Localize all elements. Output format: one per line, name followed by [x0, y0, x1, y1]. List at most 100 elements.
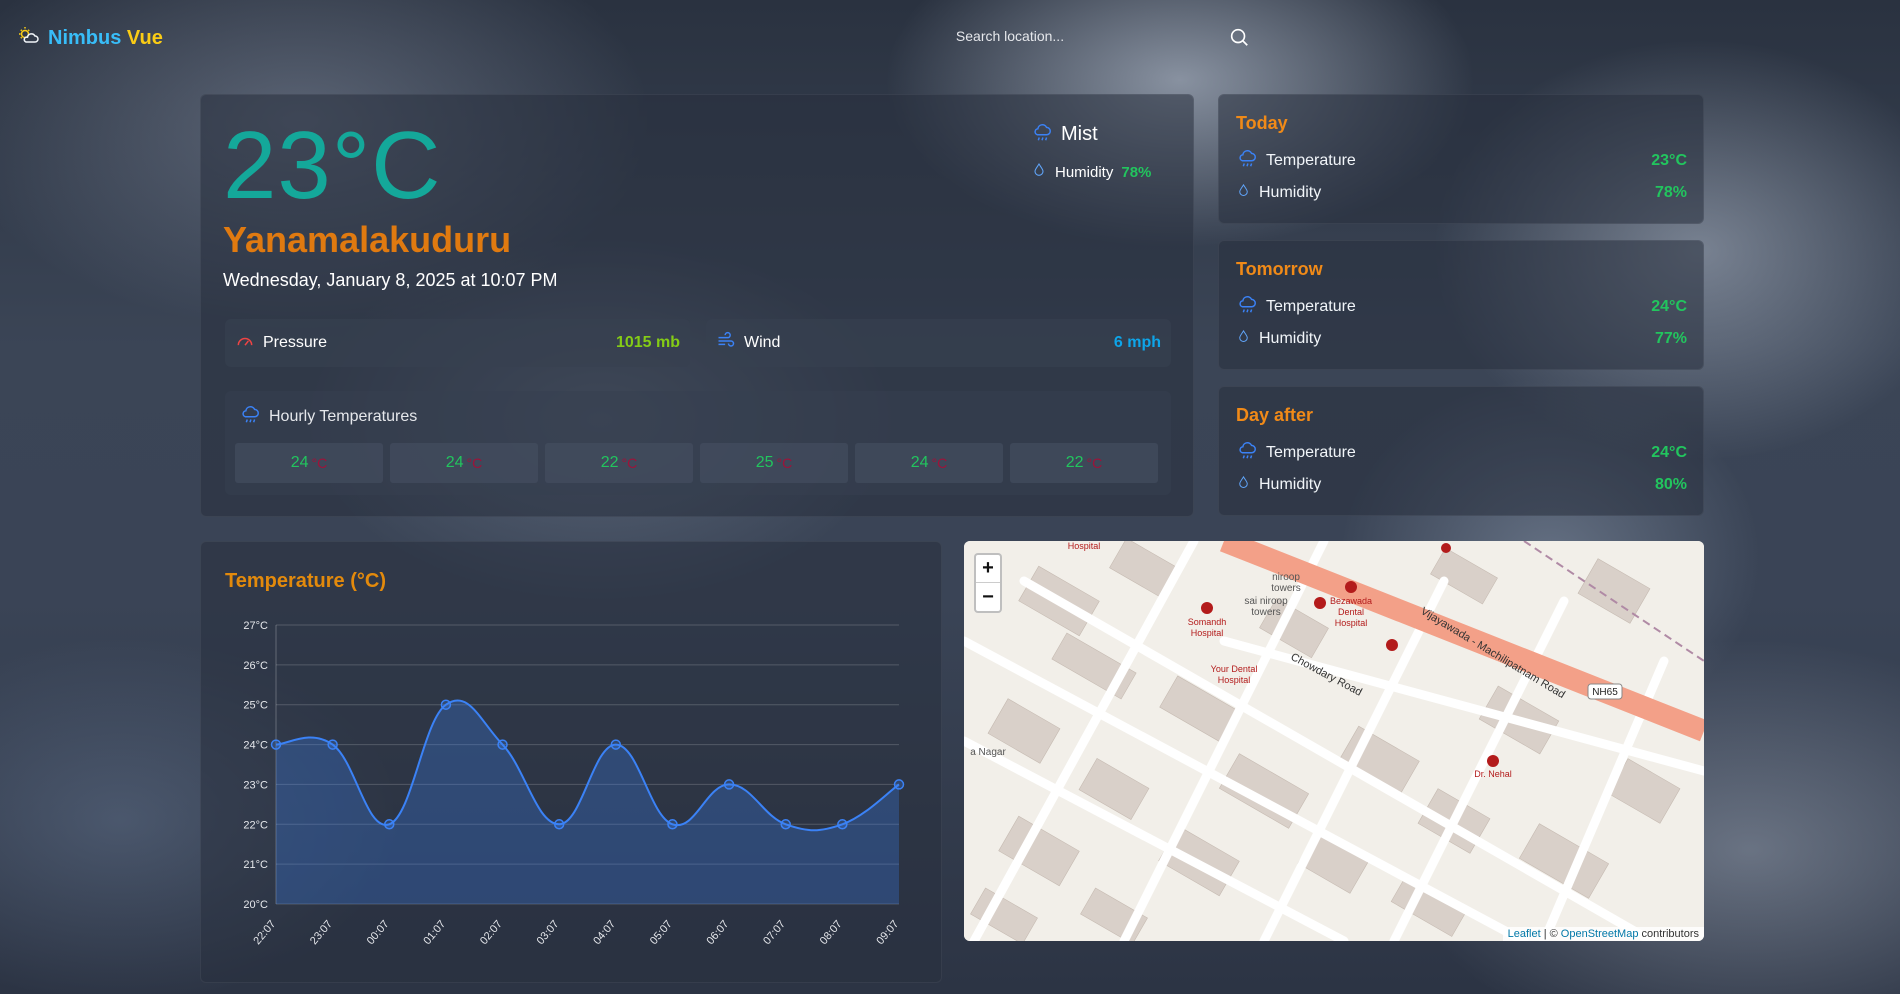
current-weather-card: 23°C Yanamalakuduru Wednesday, January 8… [200, 94, 1194, 517]
forecast-temp-label: Temperature [1266, 443, 1356, 461]
current-temperature: 23°C [223, 112, 442, 219]
x-tick-label: 00:07 [365, 918, 392, 947]
data-point [440, 699, 452, 710]
hourly-temp: 24 [290, 454, 309, 471]
hourly-list: 24 °C 24 °C 22 °C 25 °C 24 °C 22 °C [235, 443, 1158, 483]
hourly-item: 24 °C [390, 443, 538, 483]
search-input[interactable] [800, 20, 1250, 52]
map-label-area: a Nagar [970, 747, 1006, 758]
zoom-in-button[interactable]: + [976, 555, 1000, 583]
map-attribution: Leaflet | © OpenStreetMap contributors [1502, 927, 1704, 941]
hourly-temp: 25 [755, 454, 774, 471]
x-tick-label: 07:07 [761, 918, 788, 947]
x-tick-label: 04:07 [591, 918, 618, 947]
rain-cloud-icon [1236, 439, 1258, 466]
map-label-tower: towers [1271, 583, 1300, 594]
zoom-out-button[interactable]: − [976, 583, 1000, 611]
x-tick-label: 05:07 [648, 918, 675, 947]
forecast-humidity-label: Humidity [1259, 330, 1322, 347]
map-tiles[interactable]: NH65 Vijayawada - Machilipatnam Road Cho… [964, 541, 1704, 941]
hourly-temp: 24 [910, 454, 929, 471]
x-tick-label: 02:07 [478, 918, 505, 947]
rain-cloud-icon [1236, 147, 1258, 174]
sun-cloud-icon [16, 24, 40, 53]
data-point [553, 819, 565, 830]
map-label-hospital: Hospital [1191, 628, 1224, 638]
pressure-box: Pressure 1015 mb [225, 319, 690, 367]
y-tick-label: 21°C [243, 859, 268, 871]
map-label-tower: towers [1251, 607, 1280, 618]
wind-value: 6 mph [1113, 334, 1161, 351]
rain-cloud-icon [239, 403, 261, 430]
map-label-hospital: Hospital [1218, 675, 1251, 685]
hourly-unit: °C [776, 455, 793, 471]
map-label-shield: NH65 [1592, 687, 1618, 698]
humidity-icon [1236, 329, 1251, 349]
search-icon[interactable] [1228, 26, 1250, 48]
map-label-tower: sai niroop [1244, 596, 1288, 607]
forecast-temp-value: 24°C [1651, 297, 1687, 315]
rain-cloud-icon [1031, 121, 1053, 148]
osm-link[interactable]: OpenStreetMap [1561, 928, 1639, 940]
map-label-hospital: Somandh [1188, 617, 1227, 627]
humidity-icon [1031, 162, 1047, 182]
forecast-humidity-value: 78% [1654, 184, 1687, 201]
hourly-title: Hourly Temperatures [269, 407, 418, 425]
forecast-title: Today [1236, 113, 1288, 133]
humidity-value: 78% [1121, 163, 1152, 181]
forecast-humidity-value: 77% [1654, 330, 1687, 347]
data-point [780, 819, 791, 830]
hourly-unit: °C [311, 455, 328, 471]
data-point [327, 739, 338, 750]
forecast-title: Tomorrow [1236, 259, 1323, 279]
hourly-temp: 22 [1065, 454, 1084, 471]
app-name-part2: Vue [126, 27, 163, 49]
temperature-line-chart: 27°C 26°C 25°C 24°C 23°C 22°C 21°C 20°C 22:07 23:… [243, 620, 905, 947]
series-area [276, 700, 899, 904]
pressure-value: 1015 mb [615, 334, 680, 351]
forecast-card-today: Today Temperature 23°C Humidity 78% [1218, 94, 1704, 224]
y-tick-label: 20°C [243, 899, 268, 911]
forecast-card-tomorrow: Tomorrow Temperature 24°C Humidity 77% [1218, 240, 1704, 370]
wind-icon [716, 331, 736, 356]
map-label-tower: niroop [1272, 572, 1300, 583]
y-tick-label: 26°C [243, 660, 268, 672]
x-tick-label: 08:07 [818, 918, 845, 947]
map-label-hospital: Bezawada [1330, 596, 1372, 606]
hourly-item: 25 °C [700, 443, 848, 483]
data-point [610, 739, 622, 750]
location-map[interactable]: NH65 Vijayawada - Machilipatnam Road Cho… [964, 541, 1704, 941]
rain-cloud-icon [1236, 293, 1258, 320]
map-label-hospital: Dental [1338, 607, 1364, 617]
temperature-chart-card: Temperature (°C) 27°C 26°C 25°C 24°C 23°C 22°… [200, 541, 942, 983]
hourly-unit: °C [931, 455, 948, 471]
forecast-temp-label: Temperature [1266, 297, 1356, 315]
search-bar [800, 20, 1250, 52]
y-tick-label: 23°C [243, 779, 268, 791]
condition-panel: Mist Humidity 78% [1031, 121, 1171, 182]
hourly-temperatures: Hourly Temperatures 24 °C 24 °C 22 °C 25 °C … [225, 391, 1171, 495]
leaflet-link[interactable]: Leaflet [1508, 928, 1541, 940]
wind-box: Wind 6 mph [706, 319, 1171, 367]
hourly-item: 24 °C [855, 443, 1003, 483]
attribution-rest: contributors [1641, 928, 1699, 940]
forecast-temp-value: 23°C [1651, 151, 1687, 169]
hourly-item: 24 °C [235, 443, 383, 483]
hourly-unit: °C [1086, 455, 1103, 471]
humidity-icon [1236, 475, 1251, 495]
forecast-humidity-label: Humidity [1259, 476, 1322, 493]
top-bar: Nimbus Vue [0, 0, 1900, 72]
data-point [497, 739, 508, 750]
data-point [893, 779, 905, 790]
map-label-hospital: Hospital [1335, 618, 1368, 628]
data-point [384, 819, 395, 830]
app-logo[interactable]: Nimbus Vue [16, 24, 163, 53]
humidity-icon [1236, 183, 1251, 203]
x-tick-label: 03:07 [535, 918, 562, 947]
map-zoom-control: + − [974, 553, 1002, 613]
hourly-temp: 22 [600, 454, 619, 471]
data-point [837, 819, 848, 830]
forecast-title: Day after [1236, 405, 1314, 425]
x-tick-label: 01:07 [421, 918, 448, 947]
forecast-temp-value: 24°C [1651, 443, 1687, 461]
